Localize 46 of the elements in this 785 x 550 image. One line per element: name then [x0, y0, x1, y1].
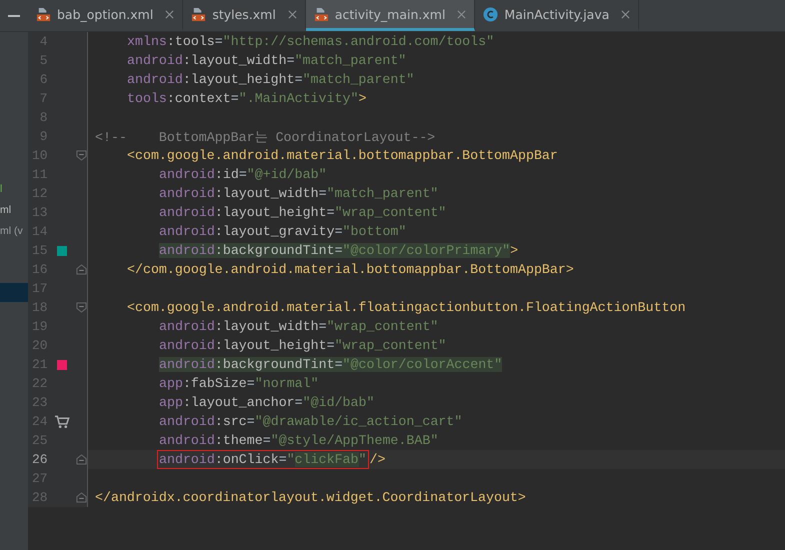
- code-text: </androidx.coordinatorlayout.widget.CoordinatorLayout>: [95, 490, 526, 505]
- code-text: android:src="@drawable/ic_action_cart": [159, 414, 462, 429]
- fold-icon[interactable]: [76, 150, 87, 161]
- code-text: android:theme="@style/AppTheme.BAB": [159, 433, 438, 448]
- xml-file-icon: [191, 6, 206, 22]
- line-number: 26: [30, 452, 48, 467]
- editor-tab[interactable]: activity_main.xml: [306, 0, 476, 31]
- fold-icon[interactable]: [76, 454, 87, 465]
- editor-tab[interactable]: styles.xml: [183, 0, 306, 31]
- close-icon[interactable]: [457, 10, 466, 18]
- code-text: </com.google.android.material.bottomappbar.BottomAppBar>: [127, 262, 574, 277]
- project-file-item[interactable]: l: [0, 179, 28, 200]
- code-text: android:id="@+id/bab": [159, 167, 327, 182]
- code-text: android:layout_width="match_parent": [159, 186, 438, 201]
- code-text: android:layout_height="wrap_content": [159, 205, 446, 220]
- cart-icon: [54, 414, 70, 428]
- fold-icon[interactable]: [76, 302, 87, 313]
- xml-file-icon: [314, 6, 329, 22]
- code-text: <com.google.android.material.bottomappbar.BottomAppBar: [127, 148, 558, 163]
- highlighted-code: android:backgroundTint="@color/colorAccent": [159, 357, 502, 372]
- code-text: android:layout_gravity="bottom": [159, 224, 406, 239]
- close-icon[interactable]: [621, 10, 630, 18]
- code-text: <!-- BottomAppBar는 CoordinatorLayout-->: [95, 130, 436, 144]
- editor-tab[interactable]: bab_option.xml: [28, 0, 184, 31]
- code-text: tools:context=".MainActivity">: [127, 91, 366, 106]
- code-text: android:layout_height="wrap_content": [159, 338, 446, 353]
- code-text: app:fabSize="normal": [159, 376, 319, 391]
- code-text: android:layout_width="wrap_content": [159, 319, 438, 334]
- class-file-icon: [483, 6, 498, 22]
- code-text: xmlns:tools="http://schemas.android.com/tools": [127, 34, 494, 49]
- annotation-box: android:onClick="clickFab": [159, 452, 366, 467]
- code-text: />: [370, 452, 386, 467]
- code-text: app:layout_anchor="@id/bab": [159, 395, 374, 410]
- highlighted-code: android:backgroundTint="@color/colorPrimary": [159, 243, 510, 258]
- editor-tab[interactable]: MainActivity.java: [475, 0, 640, 31]
- close-icon[interactable]: [165, 10, 174, 18]
- close-icon[interactable]: [288, 10, 297, 18]
- project-file-item[interactable]: ml (v: [0, 221, 28, 242]
- project-file-item[interactable]: ml: [0, 200, 28, 221]
- fold-icon[interactable]: [76, 264, 87, 275]
- fold-icon[interactable]: [76, 492, 87, 503]
- xml-file-icon: [36, 6, 51, 22]
- code-text: >: [510, 243, 518, 258]
- code-text: <com.google.android.material.floatingactionbutton.FloatingActionButton: [127, 300, 686, 315]
- code-text: android:layout_height="match_parent": [127, 72, 414, 87]
- code-text: android:layout_width="match_parent": [127, 53, 406, 68]
